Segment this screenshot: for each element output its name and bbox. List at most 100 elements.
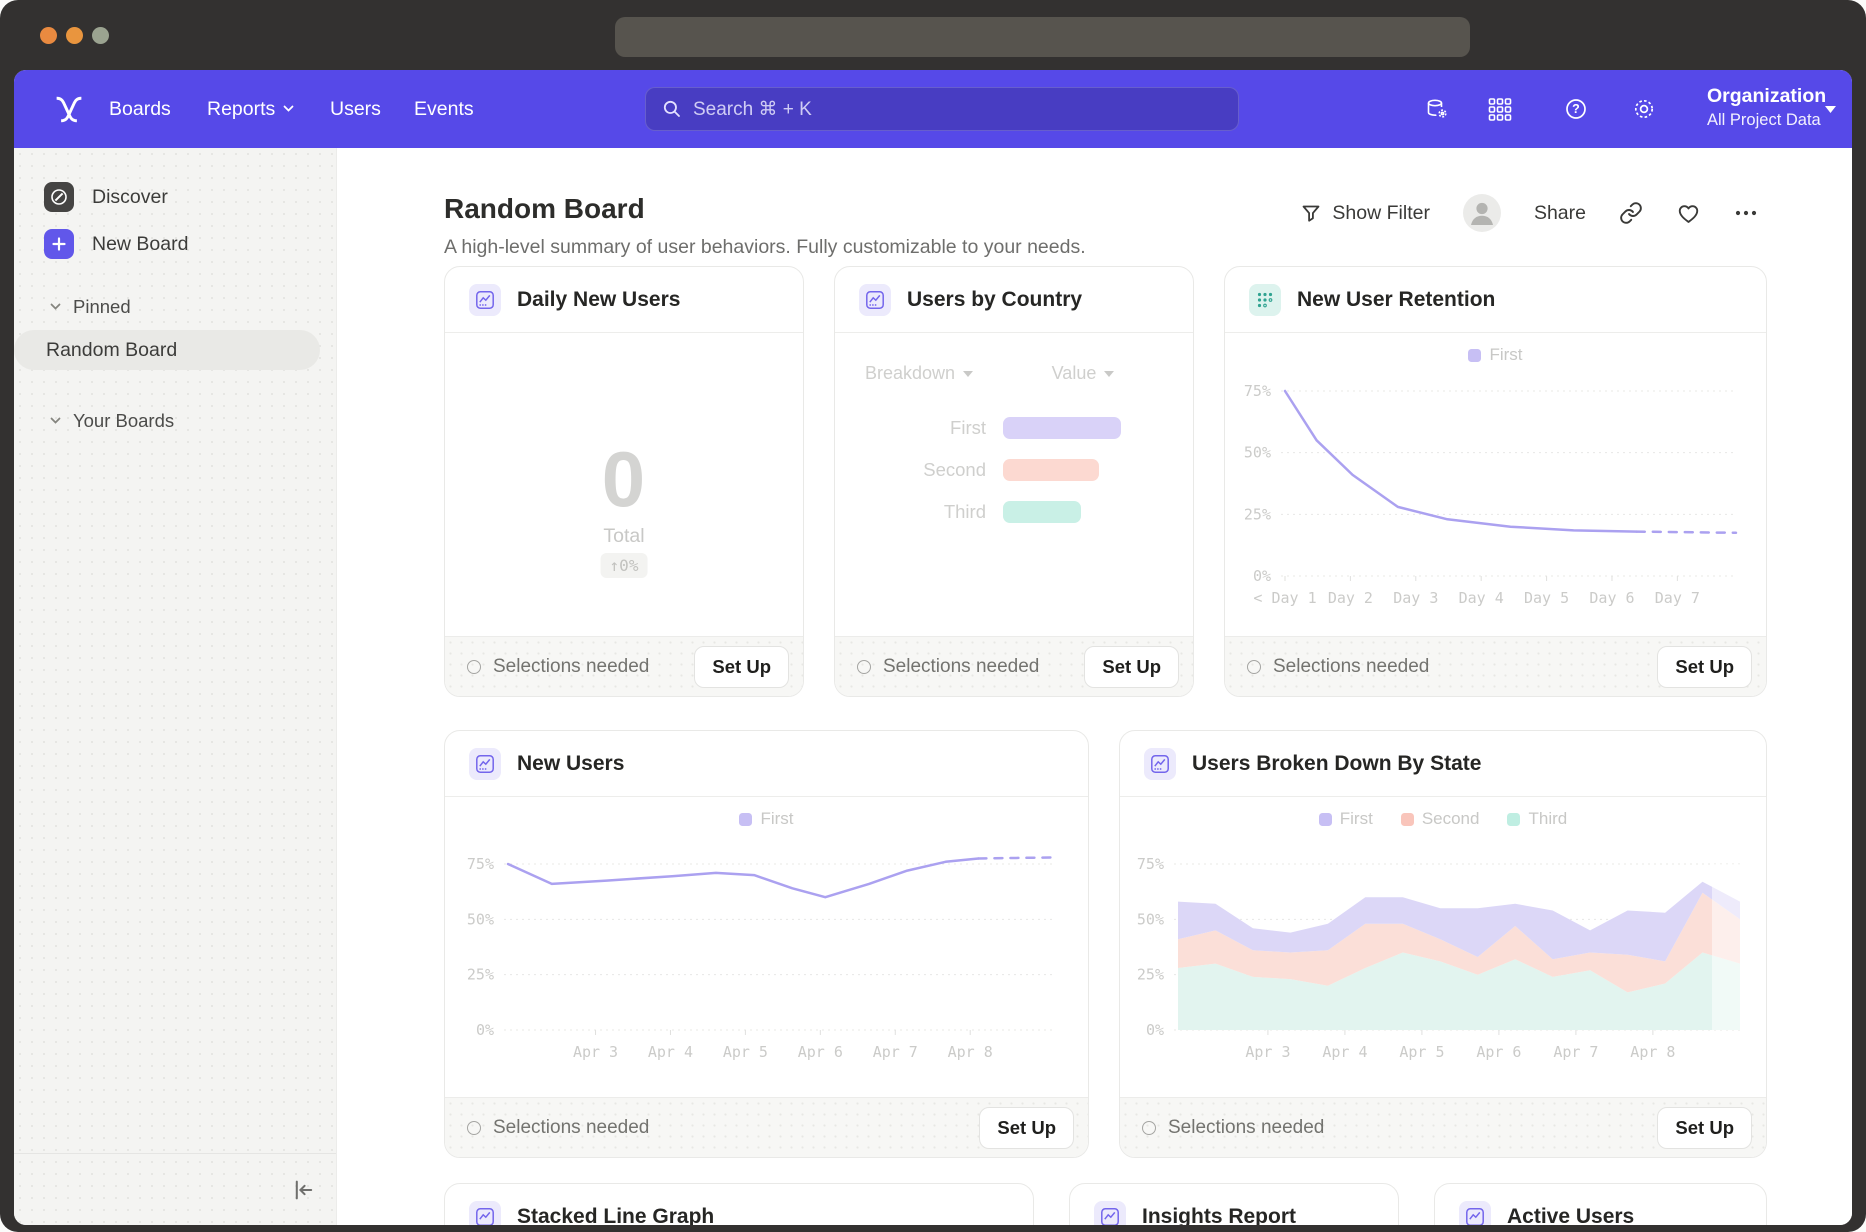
data-management-icon[interactable] (1425, 97, 1449, 121)
set-up-button[interactable]: Set Up (1084, 646, 1179, 688)
svg-text:Day 2: Day 2 (1328, 589, 1373, 607)
legend-label: First (1340, 809, 1373, 829)
legend-item[interactable]: Third (1507, 809, 1567, 829)
nav-item-users[interactable]: Users (330, 70, 381, 148)
legend-item[interactable]: First (1319, 809, 1373, 829)
sidebar-section-your-boards[interactable]: Your Boards (50, 410, 174, 432)
favorite-heart-icon[interactable] (1676, 201, 1701, 226)
state-area-chart: FirstSecondThird75%50%25%0%Apr 3Apr 4Apr… (1120, 807, 1766, 1095)
breakdown-bar (1003, 501, 1081, 523)
traffic-light-zoom-button[interactable] (92, 27, 109, 44)
more-options-icon[interactable] (1734, 208, 1758, 218)
legend-item[interactable]: First (1468, 345, 1522, 365)
line-chart-icon (1144, 748, 1176, 780)
status-circle-icon (857, 660, 871, 674)
svg-text:Apr 5: Apr 5 (1399, 1043, 1444, 1061)
card-title: Active Users (1507, 1205, 1634, 1225)
org-caret-icon (1825, 106, 1836, 113)
svg-text:Apr 6: Apr 6 (1476, 1043, 1521, 1061)
org-switcher[interactable]: Organization All Project Data (1707, 83, 1826, 131)
page-subtitle: A high-level summary of user behaviors. … (444, 236, 1086, 259)
legend-swatch (1401, 813, 1414, 826)
chart-legend: First (445, 807, 1088, 831)
status-circle-icon (467, 660, 481, 674)
status-circle-icon (467, 1121, 481, 1135)
show-filter-button[interactable]: Show Filter (1300, 202, 1430, 225)
avatar[interactable] (1463, 194, 1501, 232)
plus-icon (44, 229, 74, 259)
traffic-light-close-button[interactable] (40, 27, 57, 44)
page-title: Random Board (444, 193, 645, 225)
copy-link-icon[interactable] (1619, 201, 1643, 225)
svg-text:25%: 25% (1244, 505, 1271, 523)
value-dropdown[interactable]: Value (1003, 363, 1163, 384)
card-title: Insights Report (1142, 1205, 1296, 1225)
breakdown-dropdown[interactable]: Breakdown (835, 363, 1003, 384)
svg-text:Apr 7: Apr 7 (873, 1043, 918, 1061)
help-icon[interactable]: ? (1564, 97, 1588, 121)
chart-legend: First Second Third (1120, 807, 1766, 831)
breakdown-row: Third (835, 501, 1193, 523)
svg-text:25%: 25% (1137, 966, 1164, 984)
set-up-button[interactable]: Set Up (979, 1107, 1074, 1149)
svg-text:50%: 50% (1137, 910, 1164, 928)
legend-swatch (1468, 349, 1481, 362)
svg-text:Apr 5: Apr 5 (723, 1043, 768, 1061)
search-input[interactable]: Search ⌘ + K (645, 87, 1239, 131)
legend-swatch (739, 813, 752, 826)
sidebar: Discover New Board Pinned Random Board (14, 148, 337, 1225)
org-project: All Project Data (1707, 109, 1826, 131)
sidebar-item-random-board[interactable]: Random Board (14, 330, 320, 370)
svg-text:50%: 50% (467, 910, 494, 928)
breakdown-bar (1003, 459, 1099, 481)
svg-text:75%: 75% (1244, 382, 1271, 400)
card-daily-new-users: Daily New Users 0 Total ↑0% Selections n… (444, 266, 804, 697)
nav-item-events[interactable]: Events (414, 70, 474, 148)
chevron-down-icon (50, 303, 61, 311)
legend-label: Third (1528, 809, 1567, 829)
breakdown-row: Second (835, 459, 1193, 481)
set-up-button[interactable]: Set Up (694, 646, 789, 688)
nav-item-reports[interactable]: Reports (207, 70, 294, 148)
legend-item[interactable]: First (739, 809, 793, 829)
url-bar[interactable] (615, 17, 1470, 57)
settings-gear-icon[interactable] (1632, 97, 1656, 121)
card-new-user-retention: New User Retention First75%50%25%0%< Day… (1224, 266, 1767, 697)
svg-text:Day 7: Day 7 (1655, 589, 1700, 607)
breakdown-rows: First Second Third (835, 417, 1193, 543)
mixpanel-logo[interactable] (54, 70, 84, 148)
app-window: Boards Reports Users Events Search ⌘ + K (14, 70, 1852, 1225)
set-up-button[interactable]: Set Up (1657, 1107, 1752, 1149)
card-title: Daily New Users (517, 288, 680, 312)
new-board-button[interactable]: New Board (44, 229, 188, 259)
svg-text:Day 4: Day 4 (1459, 589, 1504, 607)
svg-text:0%: 0% (1253, 567, 1271, 585)
svg-text:Apr 8: Apr 8 (1630, 1043, 1675, 1061)
set-up-button[interactable]: Set Up (1657, 646, 1752, 688)
breakdown-label: Second (835, 459, 1003, 481)
sidebar-item-discover[interactable]: Discover (44, 182, 168, 212)
line-chart-icon (469, 748, 501, 780)
new-users-chart: First75%50%25%0%Apr 3Apr 4Apr 5Apr 6Apr … (445, 807, 1088, 1095)
card-title: Stacked Line Graph (517, 1205, 714, 1225)
board-actions: Show Filter Share (1300, 193, 1758, 233)
top-nav: Boards Reports Users Events Search ⌘ + K (14, 70, 1852, 148)
breakdown-label: First (835, 417, 1003, 439)
share-button[interactable]: Share (1534, 202, 1586, 225)
legend-item[interactable]: Second (1401, 809, 1480, 829)
svg-text:Apr 8: Apr 8 (948, 1043, 993, 1061)
person-icon (1463, 194, 1501, 232)
sidebar-section-pinned[interactable]: Pinned (50, 296, 131, 318)
apps-grid-icon[interactable] (1488, 97, 1512, 121)
breakdown-columns: Breakdown Value (835, 363, 1193, 384)
traffic-light-minimize-button[interactable] (66, 27, 83, 44)
metric-value: 0 (445, 434, 803, 525)
filter-icon (1300, 202, 1322, 224)
status-circle-icon (1142, 1121, 1156, 1135)
legend-label: First (1489, 345, 1522, 365)
svg-text:< Day 1: < Day 1 (1253, 589, 1316, 607)
collapse-sidebar-icon[interactable] (292, 1178, 316, 1207)
nav-item-boards[interactable]: Boards (109, 70, 171, 148)
caret-down-icon (1104, 371, 1114, 377)
legend-label: Second (1422, 809, 1480, 829)
